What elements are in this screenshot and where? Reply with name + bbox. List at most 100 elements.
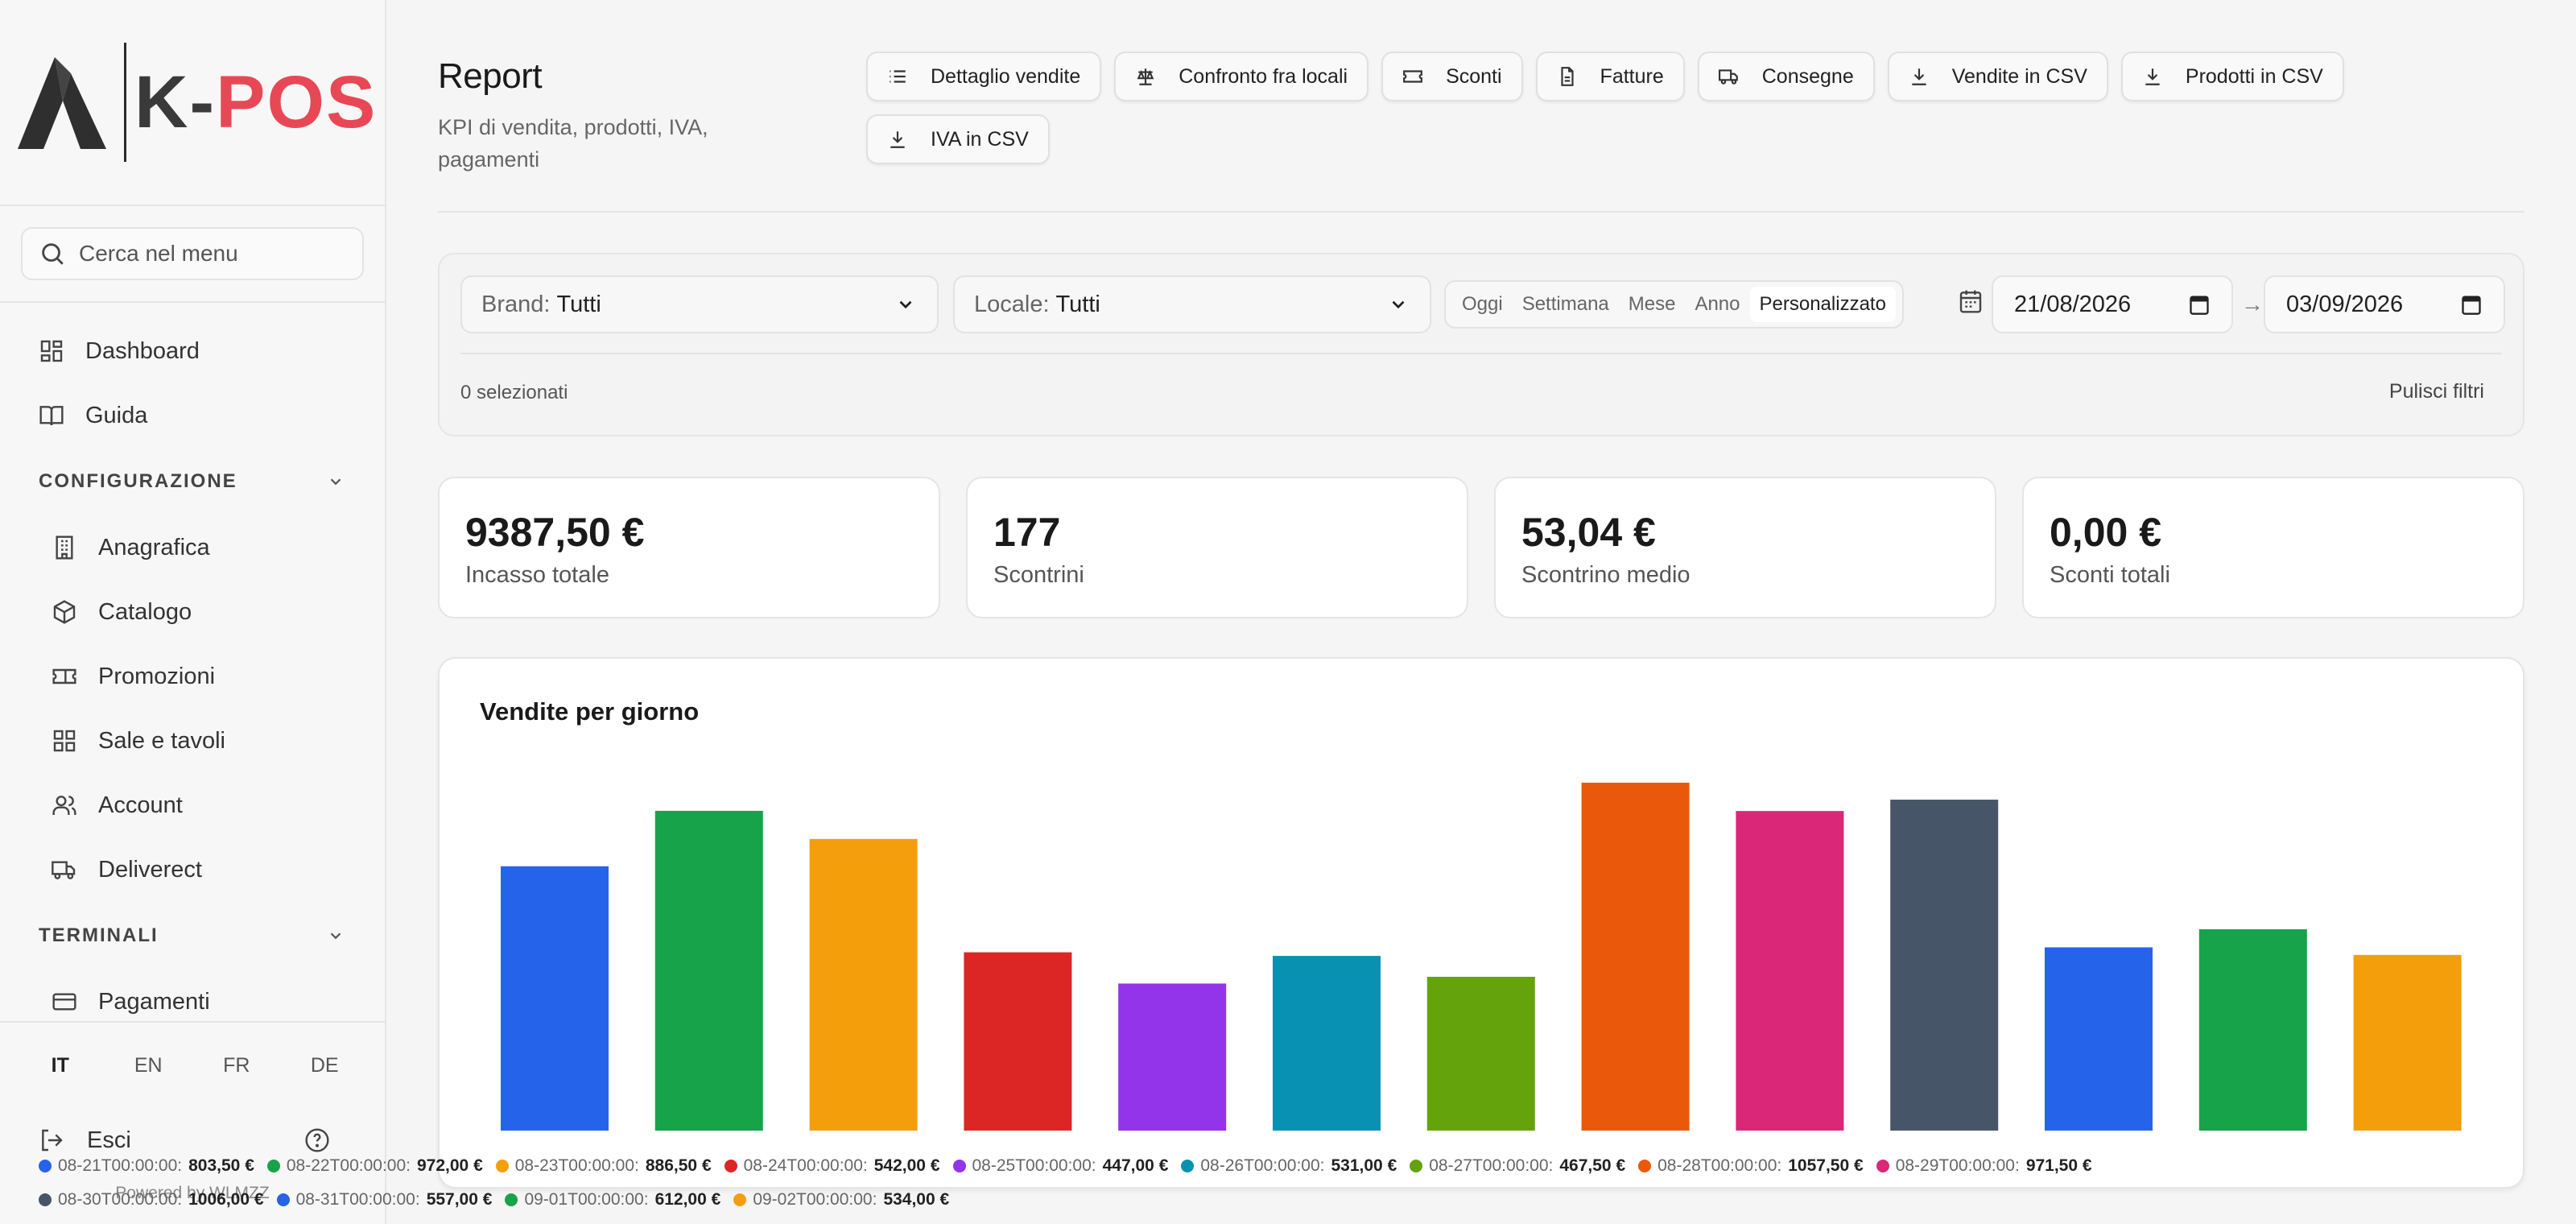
sales-by-day-chart: Vendite per giorno xyxy=(438,657,2524,1189)
brand-select[interactable]: Brand: Tutti xyxy=(460,275,939,333)
filters-divider xyxy=(460,353,2502,354)
legend-label: 08-25T00:00:00: xyxy=(972,1156,1096,1175)
grid-icon xyxy=(53,730,76,752)
logo[interactable]: K-POS xyxy=(0,0,385,206)
chart-bar[interactable] xyxy=(964,952,1072,1131)
legend-label: 08-22T00:00:00: xyxy=(286,1156,411,1175)
chevron-down-icon xyxy=(330,932,341,940)
dettaglio-vendite-button[interactable]: Dettaglio vendite xyxy=(866,52,1102,101)
sidebar-item-sale-e-tavoli[interactable]: Sale e tavoli xyxy=(0,709,385,773)
truck-icon xyxy=(1718,69,1738,85)
period-settimana[interactable]: Settimana xyxy=(1513,293,1619,316)
calendar-icon xyxy=(2190,296,2209,315)
iva-csv-button[interactable]: IVA in CSV xyxy=(866,114,1050,164)
sidebar-item-account[interactable]: Account xyxy=(0,773,385,837)
chart-bar[interactable] xyxy=(2045,947,2153,1131)
legend-value: 467,50 € xyxy=(1559,1156,1626,1175)
legend-swatch xyxy=(1638,1160,1652,1172)
chart-bar[interactable] xyxy=(654,810,763,1131)
legend-swatch xyxy=(266,1160,280,1172)
chart-bar[interactable] xyxy=(1736,811,1844,1131)
locale-select[interactable]: Locale: Tutti xyxy=(953,275,1431,333)
legend-item: 08-27T00:00:00: 467,50 € xyxy=(1410,1156,1625,1176)
kpi-value: 177 xyxy=(993,510,1061,555)
chart-bar[interactable] xyxy=(1581,783,1690,1131)
legend-value: 534,00 € xyxy=(883,1190,950,1209)
help-icon[interactable] xyxy=(304,1127,330,1153)
kpi-label: Scontrino medio xyxy=(1521,562,1690,588)
fatture-button[interactable]: Fatture xyxy=(1535,52,1685,101)
calendar-icon xyxy=(2462,296,2481,315)
lang-it[interactable]: IT xyxy=(28,1054,93,1077)
section-terminali[interactable]: TERMINALI xyxy=(0,902,385,970)
legend-value: 531,00 € xyxy=(1331,1156,1397,1175)
legend-swatch xyxy=(495,1160,509,1172)
period-selector: Oggi Settimana Mese Anno Personalizzato xyxy=(1444,280,1904,329)
legend-swatch xyxy=(1410,1160,1423,1172)
chart-bar[interactable] xyxy=(1273,956,1381,1131)
calendar-icon xyxy=(1959,290,1982,313)
sidebar-item-promozioni[interactable]: Promozioni xyxy=(0,644,385,709)
chart-bar[interactable] xyxy=(2198,928,2307,1131)
legend-value: 971,50 € xyxy=(2025,1156,2092,1175)
date-from-input[interactable]: 21/08/2026 xyxy=(1992,275,2233,333)
vendite-csv-button[interactable]: Vendite in CSV xyxy=(1887,52,2108,101)
legend-value: 1006,00 € xyxy=(188,1190,264,1209)
consegne-button[interactable]: Consegne xyxy=(1697,52,1875,101)
legend-label: 08-23T00:00:00: xyxy=(514,1156,639,1175)
language-switcher: IT EN FR DE xyxy=(0,1023,385,1108)
confronto-locali-button[interactable]: Confronto fra locali xyxy=(1114,52,1369,101)
date-to-input[interactable]: 03/09/2026 xyxy=(2264,275,2505,333)
chart-bar[interactable] xyxy=(809,838,918,1131)
menu-search-input[interactable]: Cerca nel menu xyxy=(21,227,364,280)
building-icon xyxy=(56,536,73,560)
legend-swatch xyxy=(733,1193,747,1206)
legend-value: 886,50 € xyxy=(645,1156,712,1175)
legend-item: 08-30T00:00:00: 1006,00 € xyxy=(39,1190,264,1210)
period-mese[interactable]: Mese xyxy=(1619,293,1686,316)
dashboard-icon xyxy=(40,340,63,362)
sidebar-item-guida[interactable]: Guida xyxy=(0,383,385,448)
legend-value: 972,00 € xyxy=(417,1156,483,1175)
legend-value: 803,50 € xyxy=(188,1156,254,1175)
legend-label: 08-24T00:00:00: xyxy=(743,1156,868,1175)
sidebar-item-dashboard[interactable]: Dashboard xyxy=(0,319,385,383)
period-personalizzato[interactable]: Personalizzato xyxy=(1749,287,1896,322)
logo-divider xyxy=(124,43,126,162)
legend-item: 08-26T00:00:00: 531,00 € xyxy=(1181,1156,1397,1176)
legend-label: 08-28T00:00:00: xyxy=(1657,1156,1782,1175)
sidebar-nav: Dashboard Guida CONFIGURAZIONE Anagrafic… xyxy=(0,303,385,1034)
chart-bar[interactable] xyxy=(501,866,609,1131)
sidebar-item-anagrafica[interactable]: Anagrafica xyxy=(0,515,385,580)
kpi-value: 53,04 € xyxy=(1521,510,1656,555)
chart-bar[interactable] xyxy=(2353,954,2462,1131)
report-actions: Dettaglio vendite Confronto fra locali S… xyxy=(866,52,2444,164)
lang-en[interactable]: EN xyxy=(116,1054,180,1077)
sidebar-item-deliverect[interactable]: Deliverect xyxy=(0,837,385,902)
legend-swatch xyxy=(276,1193,290,1206)
sidebar-item-catalogo[interactable]: Catalogo xyxy=(0,580,385,644)
chevron-down-icon xyxy=(1392,300,1405,309)
logout-icon xyxy=(42,1129,63,1152)
chart-bar[interactable] xyxy=(1890,800,1999,1131)
chart-bar[interactable] xyxy=(1426,977,1535,1131)
chevron-down-icon xyxy=(899,300,912,309)
kpi-card-scontrino-medio: 53,04 € Scontrino medio xyxy=(1494,477,1996,618)
chart-legend: 08-21T00:00:00: 803,50 € 08-22T00:00:00: 97… xyxy=(39,1156,2099,1210)
sidebar: K-POS Cerca nel menu Dashboard Guida CON… xyxy=(0,0,386,1224)
prodotti-csv-button[interactable]: Prodotti in CSV xyxy=(2120,52,2344,101)
period-anno[interactable]: Anno xyxy=(1685,293,1749,316)
clear-filters-button[interactable]: Pulisci filtri xyxy=(2389,380,2484,403)
lang-fr[interactable]: FR xyxy=(204,1054,269,1077)
logout-button[interactable]: Esci xyxy=(39,1127,131,1154)
chevron-down-icon xyxy=(330,478,341,486)
scale-icon xyxy=(1137,68,1154,85)
lang-de[interactable]: DE xyxy=(292,1054,357,1077)
period-oggi[interactable]: Oggi xyxy=(1452,293,1513,316)
download-icon xyxy=(890,131,905,148)
legend-swatch xyxy=(952,1160,966,1172)
chart-bar[interactable] xyxy=(1118,983,1227,1131)
kpi-label: Scontrini xyxy=(993,562,1084,588)
section-configurazione[interactable]: CONFIGURAZIONE xyxy=(0,448,385,515)
sconti-button[interactable]: Sconti xyxy=(1381,52,1523,101)
